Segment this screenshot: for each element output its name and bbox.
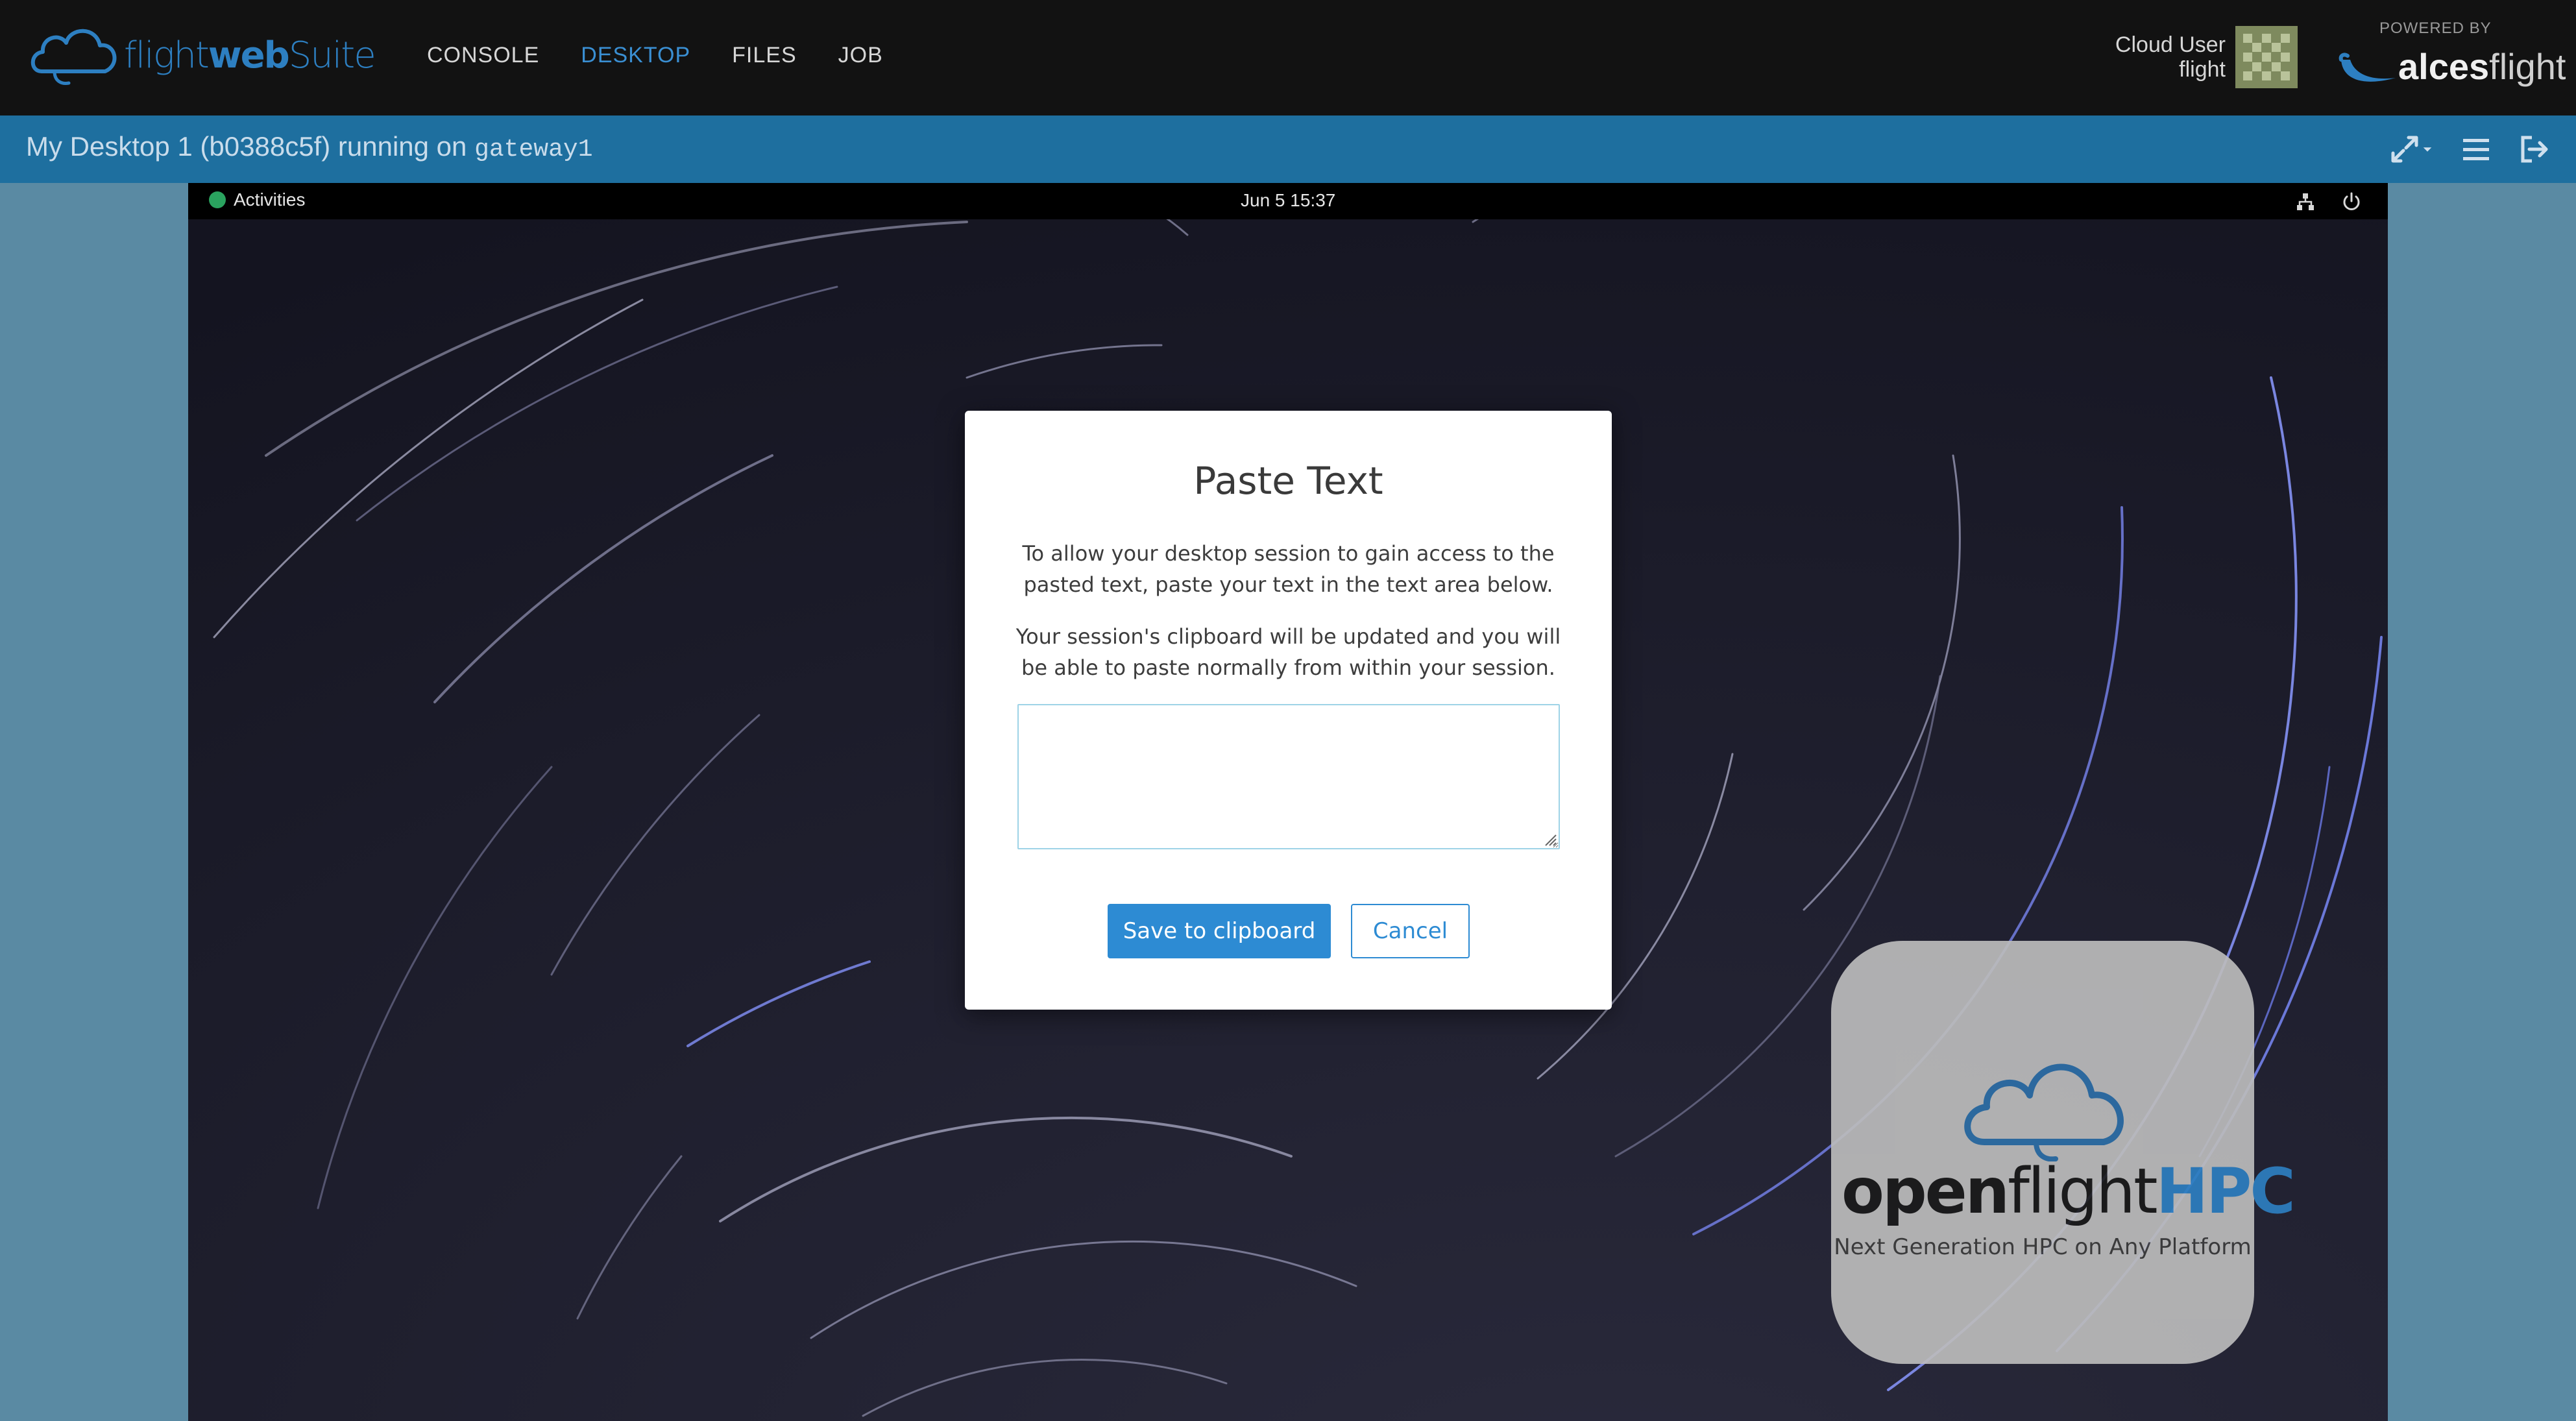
dialog-clipboard-note: Your session's clipboard will be updated… <box>1015 624 1561 680</box>
openflight-logo-tile: openflightHPC Next Generation HPC on Any… <box>1831 941 2296 1364</box>
powered-by-label: POWERED BY <box>2379 19 2492 37</box>
save-to-clipboard-button[interactable]: Save to clipboard <box>1108 904 1331 958</box>
alces-swoosh-icon <box>2339 53 2396 82</box>
resize-handle-icon[interactable] <box>1542 831 1557 847</box>
gnome-top-bar: Activities Jun 5 15:37 <box>188 183 2388 219</box>
gnome-icon <box>209 191 226 208</box>
user-display-name: Cloud User <box>2115 32 2226 57</box>
expand-button[interactable] <box>2381 131 2440 167</box>
nav-console[interactable]: CONSOLE <box>427 43 539 68</box>
openflight-wordmark: openflightHPC <box>1841 1155 2296 1228</box>
cancel-button[interactable]: Cancel <box>1351 904 1470 958</box>
activities-label: Activities <box>234 189 306 210</box>
cloud-logo-icon <box>30 29 117 85</box>
nav-desktop[interactable]: DESKTOP <box>581 43 690 68</box>
session-host: gateway1 <box>474 136 593 164</box>
user-username: flight <box>2179 57 2226 82</box>
menu-button[interactable] <box>2457 131 2496 167</box>
power-menu[interactable] <box>2340 191 2363 213</box>
power-icon <box>2343 192 2360 210</box>
alces-flight-logo[interactable]: alcesflight <box>2336 40 2566 92</box>
nav-job[interactable]: JOB <box>838 43 883 68</box>
openflight-cloud-icon <box>1964 1063 2124 1161</box>
identicon-icon <box>2235 26 2298 88</box>
brand-name: flightwebSuite <box>124 34 376 77</box>
user-menu[interactable]: Cloud User flight <box>2115 32 2226 82</box>
avatar[interactable] <box>2235 26 2298 88</box>
clock[interactable]: Jun 5 15:37 <box>1241 190 1335 211</box>
logout-icon <box>2521 136 2548 163</box>
session-title: My Desktop 1 (b0388c5f) running on gatew… <box>26 131 593 164</box>
chevron-down-icon <box>2423 147 2432 152</box>
network-status[interactable] <box>2294 191 2316 213</box>
top-navbar: flightwebSuite CONSOLE DESKTOP FILES JOB… <box>0 0 2576 115</box>
nav-files[interactable]: FILES <box>732 43 796 68</box>
openflight-tagline: Next Generation HPC on Any Platform <box>1834 1234 2252 1260</box>
main-nav: CONSOLE DESKTOP FILES JOB <box>427 43 883 68</box>
dialog-description: To allow your desktop session to gain ac… <box>1022 541 1555 597</box>
expand-icon <box>2391 136 2418 163</box>
dialog-title: Paste Text <box>1193 459 1383 503</box>
disconnect-button[interactable] <box>2515 131 2554 167</box>
paste-textarea[interactable] <box>1017 704 1560 849</box>
paste-text-dialog: Paste Text To allow your desktop session… <box>965 411 1612 1010</box>
activities-button[interactable]: Activities <box>209 189 305 210</box>
menu-icon <box>2463 139 2489 160</box>
session-bar: My Desktop 1 (b0388c5f) running on gatew… <box>0 115 2576 183</box>
network-icon <box>2297 193 2314 210</box>
alces-flight-text: alcesflight <box>2398 45 2566 87</box>
brand-logo[interactable]: flightwebSuite <box>29 19 376 91</box>
